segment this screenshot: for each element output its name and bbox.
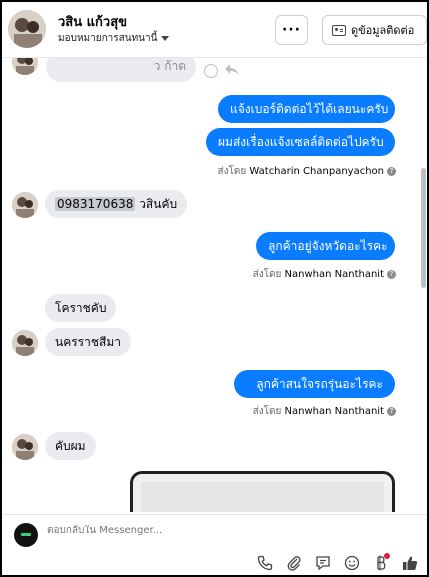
payment-icon[interactable] (370, 553, 392, 573)
notification-dot (384, 553, 390, 559)
composer-toolbar (254, 553, 427, 573)
message-bubble-incoming: นครราชสีมา (45, 328, 131, 356)
assign-label: มอบหมายการสนทนานี้ (58, 33, 158, 44)
message-bubble-outgoing: ผมส่งเรื่องแจ้งเซลล์ติดต่อไปครับ (206, 128, 395, 156)
contact-avatar-small (12, 434, 38, 460)
conversation-header: วสิน แก้วสุข มอบหมายการสนทนานี้ ··· ดูข้… (2, 2, 427, 58)
reply-input[interactable] (47, 525, 347, 536)
contact-card-icon (332, 24, 346, 36)
sent-by-label: ส่งโดย Nanwhan Nanthanit? (253, 404, 396, 419)
sender-name: Nanwhan Nanthanit (284, 406, 384, 417)
sent-by-label: ส่งโดย Nanwhan Nanthanit? (253, 267, 396, 282)
assign-conversation-dropdown[interactable]: มอบหมายการสนทนานี้ (58, 31, 170, 46)
message-bubble-incoming: ว ก้าต (46, 58, 196, 82)
phone-icon[interactable] (254, 553, 276, 573)
sent-by-label: ส่งโดย Watcharin Chanpanyachon? (217, 164, 396, 179)
image-attachment[interactable] (130, 471, 395, 512)
message-bubble-outgoing: แจ้งเบอร์ติดต่อไว้ได้เลยนะครับ (218, 95, 395, 123)
info-icon[interactable]: ? (387, 406, 396, 416)
contact-avatar-small (12, 192, 38, 218)
react-emoji-icon[interactable] (204, 64, 218, 78)
message-bubble-incoming: โคราชคับ (45, 294, 117, 322)
info-icon[interactable]: ? (387, 166, 396, 176)
attach-icon[interactable] (283, 553, 305, 573)
sent-by-prefix: ส่งโดย (217, 166, 247, 177)
message-bubble-incoming: คับผม (45, 432, 96, 460)
saved-reply-icon[interactable] (312, 553, 334, 573)
sender-name: Watcharin Chanpanyachon (249, 166, 384, 177)
message-bubble-outgoing: ลูกค้าสนใจรถรุ่นอะไรคะ (234, 370, 395, 398)
thread-scrollbar[interactable] (421, 168, 426, 288)
more-options-button[interactable]: ··· (275, 15, 308, 45)
reply-arrow-icon[interactable] (224, 63, 240, 77)
view-contact-button[interactable]: ดูข้อมูลติดต่อ (322, 15, 427, 45)
reply-composer (2, 514, 427, 575)
contact-avatar[interactable] (8, 10, 46, 48)
sent-by-prefix: ส่งโดย (252, 406, 282, 417)
message-bubble-incoming: 0983170638 วสินคับ (45, 190, 188, 218)
phone-number-highlight[interactable]: 0983170638 (55, 197, 136, 211)
sender-name: Nanwhan Nanthanit (284, 269, 384, 280)
inbox-conversation-panel: วสิน แก้วสุข มอบหมายการสนทนานี้ ··· ดูข้… (2, 2, 427, 575)
page-logo-avatar (14, 523, 38, 547)
caret-down-icon (161, 35, 170, 41)
view-contact-label: ดูข้อมูลติดต่อ (351, 24, 415, 37)
emoji-icon[interactable] (341, 553, 363, 573)
message-thread[interactable]: ว ก้าต แจ้งเบอร์ติดต่อไว้ได้เลยนะครับ ผม… (2, 58, 427, 512)
message-text: วสินคับ (135, 197, 178, 211)
contact-name[interactable]: วสิน แก้วสุข (58, 11, 127, 32)
image-preview (141, 482, 384, 512)
contact-avatar-small (12, 330, 38, 356)
like-icon[interactable] (399, 553, 421, 573)
contact-avatar-small (12, 58, 38, 75)
sent-by-prefix: ส่งโดย (252, 269, 282, 280)
info-icon[interactable]: ? (387, 269, 396, 279)
message-bubble-outgoing: ลูกค้าอยู่จังหวัดอะไรคะ (256, 232, 395, 260)
